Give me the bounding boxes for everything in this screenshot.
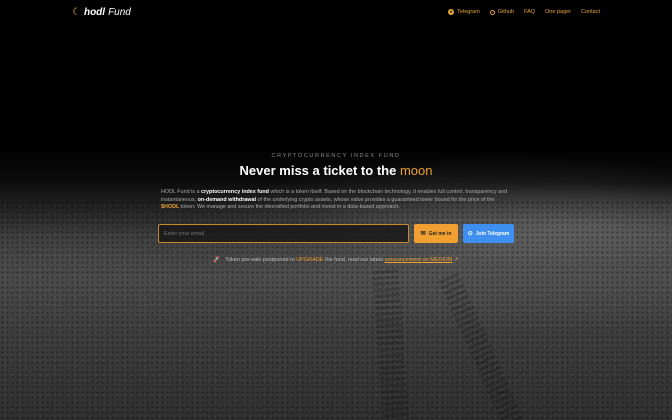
mail-icon: ✉ bbox=[420, 231, 426, 237]
telegram-icon: ⊙ bbox=[467, 231, 473, 237]
join-telegram-label: Join Telegram bbox=[475, 230, 510, 237]
hero-kicker: CRYPTOCURRENCY INDEX FUND bbox=[271, 153, 401, 159]
signup-form: ✉Get me in ⊙Join Telegram bbox=[158, 224, 514, 243]
join-telegram-button[interactable]: ⊙ Join Telegram bbox=[463, 224, 514, 243]
get-me-in-label: Get me in bbox=[428, 230, 452, 237]
desc-bold: on-demand withdrawal bbox=[197, 196, 256, 203]
notice-upgrade: UPGRADE bbox=[296, 257, 324, 263]
notice-text: Token pre-sale postponed to bbox=[225, 257, 297, 263]
nav-github[interactable]: Github bbox=[489, 9, 515, 15]
desc-text: token. We manage and secure the diversif… bbox=[179, 204, 400, 211]
brand-logo[interactable]: ☾ hodl Fund bbox=[72, 7, 131, 18]
brand-name-bold: hodl bbox=[83, 6, 106, 18]
hero-title-accent: moon bbox=[399, 163, 433, 178]
top-navbar: ☾ hodl Fund ➤ Telegram Github FAQ One page… bbox=[0, 0, 672, 24]
telegram-icon: ➤ bbox=[448, 9, 455, 15]
nav-faq[interactable]: FAQ bbox=[524, 9, 535, 15]
main-nav: ➤ Telegram Github FAQ One pager Contact bbox=[448, 9, 600, 15]
hero-description: HODL Fund is a cryptocurrency index fund… bbox=[161, 189, 511, 212]
medium-announcement-link[interactable]: announcement on MEDIUM bbox=[385, 257, 453, 263]
desc-text: of the underlying crypto assets, whose v… bbox=[255, 196, 495, 203]
nav-one-pager[interactable]: One pager bbox=[545, 9, 571, 15]
nav-github-label: Github bbox=[497, 9, 515, 15]
nav-telegram[interactable]: ➤ Telegram bbox=[448, 9, 480, 15]
get-me-in-button[interactable]: ✉ Get me in bbox=[414, 224, 458, 243]
rocket-icon: 🚀 bbox=[213, 257, 221, 263]
hero-title-prefix: Never miss a ticket to the bbox=[239, 163, 400, 178]
brand-name-light: Fund bbox=[108, 6, 131, 18]
presale-notice: 🚀 Token pre-sale postponed to UPGRADE the… bbox=[0, 257, 672, 263]
desc-text: HODL Fund is a bbox=[161, 189, 201, 195]
email-input[interactable] bbox=[158, 224, 409, 243]
desc-token-highlight: $HODL bbox=[161, 204, 180, 211]
nav-telegram-label: Telegram bbox=[457, 9, 480, 15]
crescent-moon-icon: ☾ bbox=[72, 6, 81, 18]
hero-title: Never miss a ticket to the moon bbox=[0, 163, 672, 178]
github-icon bbox=[489, 9, 495, 15]
notice-text: the fund, read our latest bbox=[323, 257, 385, 263]
nav-contact[interactable]: Contact bbox=[581, 9, 600, 15]
desc-bold: cryptocurrency index fund bbox=[200, 189, 269, 195]
external-link-icon: ↗ bbox=[452, 257, 459, 263]
hero-section: CRYPTOCURRENCY INDEX FUND Never miss a t… bbox=[0, 153, 672, 212]
